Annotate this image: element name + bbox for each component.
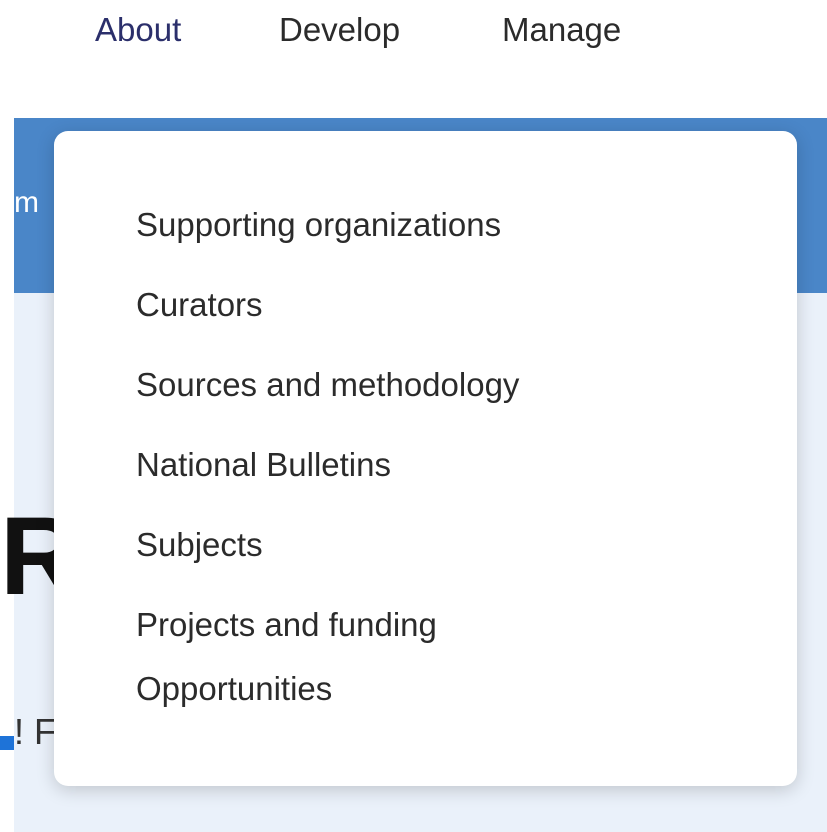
subtext-fragment: ! F [14, 711, 56, 752]
nav-develop[interactable]: Develop [279, 12, 400, 48]
page-heading-fragment: Re [0, 497, 60, 617]
menu-item-sources-and-methodology[interactable]: Sources and methodology [136, 367, 519, 403]
band-text-fragment: m [14, 186, 39, 219]
about-dropdown-menu: Supporting organizations Curators Source… [54, 131, 797, 786]
menu-item-subjects[interactable]: Subjects [136, 527, 263, 563]
top-navigation: About Develop Manage [0, 0, 827, 118]
menu-item-opportunities[interactable]: Opportunities [136, 671, 332, 707]
menu-item-supporting-organizations[interactable]: Supporting organizations [136, 207, 501, 243]
blue-marker [0, 736, 14, 750]
menu-item-projects-and-funding[interactable]: Projects and funding [136, 607, 437, 643]
nav-manage[interactable]: Manage [502, 12, 621, 48]
nav-about[interactable]: About [95, 12, 181, 48]
menu-item-curators[interactable]: Curators [136, 287, 263, 323]
menu-item-national-bulletins[interactable]: National Bulletins [136, 447, 391, 483]
